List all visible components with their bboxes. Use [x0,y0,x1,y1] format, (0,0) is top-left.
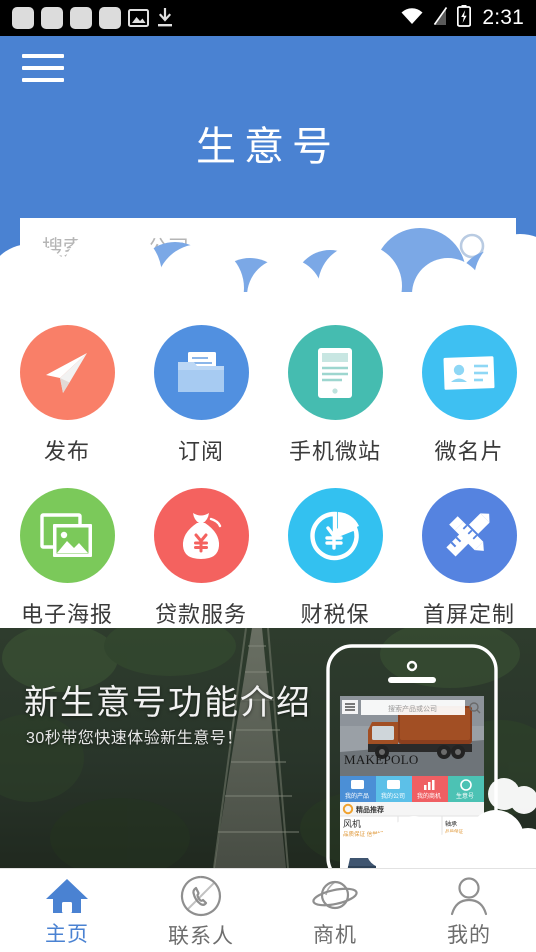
app-square-icon [99,7,121,29]
nav-item-label: 主页 [45,923,89,946]
status-bar-right-icons: 2:31 [400,4,524,32]
promo-banner[interactable]: 新生意号功能介绍 30秒带您快速体验新生意号！ MAKEPOLO 搜索产品或公司… [0,628,536,868]
pie-yuan-icon [287,488,383,583]
bottom-navigation: 主页 联系人 商机 我的 [0,868,536,952]
banner-cloud-decoration [366,778,536,868]
hamburger-menu-icon[interactable] [22,51,64,85]
search-input[interactable] [42,237,456,261]
battery-charging-icon [457,4,472,32]
person-icon [448,876,490,916]
nav-item-home[interactable]: 主页 [0,869,134,952]
banner-title: 新生意号功能介绍 [24,684,312,722]
search-bar[interactable] [20,218,516,280]
search-icon[interactable] [456,230,494,268]
grid-item-label: 电子海报 [20,602,113,627]
grid-item-loan-service[interactable]: 贷款服务 [134,488,268,629]
svg-text:MAKEPOLO: MAKEPOLO [344,752,419,767]
download-icon [156,7,174,28]
grid-item-label: 财税保 [300,602,370,627]
grid-item-mobile-site[interactable]: 手机微站 [268,325,402,466]
paper-plane-icon [19,325,115,420]
phone-icon [180,875,222,917]
app-square-icon [12,7,34,29]
nav-item-label: 我的 [447,924,491,947]
page-title: 生意号 [196,125,340,169]
nav-item-label: 联系人 [168,925,234,948]
grid-item-subscribe[interactable]: 订阅 [134,325,268,466]
app-square-icon [41,7,63,29]
banner-subtitle: 30秒带您快速体验新生意号！ [26,730,243,747]
grid-item-label: 发布 [43,439,90,464]
photo-frame-icon [19,488,115,583]
planet-icon [311,876,359,916]
grid-item-label: 贷款服务 [154,602,247,627]
grid-item-e-poster[interactable]: 电子海报 [0,488,134,629]
grid-item-label: 订阅 [177,439,224,464]
signal-off-icon [432,6,449,31]
nav-item-profile[interactable]: 我的 [402,869,536,952]
nav-item-label: 商机 [313,924,357,947]
nav-item-contacts[interactable]: 联系人 [134,869,268,952]
grid-item-label: 首屏定制 [422,602,515,627]
money-bag-icon [153,488,249,583]
business-card-icon [421,325,517,420]
app-header: 生意号 [0,36,536,289]
app-square-icon [70,7,92,29]
folder-document-icon [153,325,249,420]
status-bar: 2:31 [0,0,536,36]
tablet-icon [287,325,383,420]
image-icon [128,9,149,27]
grid-item-publish[interactable]: 发布 [0,325,134,466]
grid-item-label: 微名片 [434,439,504,464]
clock-time: 2:31 [482,6,524,29]
svg-text:搜索产品或公司: 搜索产品或公司 [388,704,437,713]
pencil-ruler-icon [421,488,517,583]
shortcut-grid: 发布 订阅 手机微站 微名片 电子海报 贷款服务 财税保 首屏定制 [0,325,536,629]
status-bar-left-icons [12,7,400,29]
nav-item-opportunities[interactable]: 商机 [268,869,402,952]
app-screen: 2:31 生意号 搜索产品或公司 发布 订阅 手机微站 微名片 电子海报 贷款服… [0,0,536,952]
wifi-icon [400,6,424,30]
grid-item-homepage-custom[interactable]: 首屏定制 [402,488,536,629]
grid-item-label: 手机微站 [288,439,381,464]
home-icon [44,877,90,915]
grid-item-tax-insurance[interactable]: 财税保 [268,488,402,629]
grid-item-business-card[interactable]: 微名片 [402,325,536,466]
